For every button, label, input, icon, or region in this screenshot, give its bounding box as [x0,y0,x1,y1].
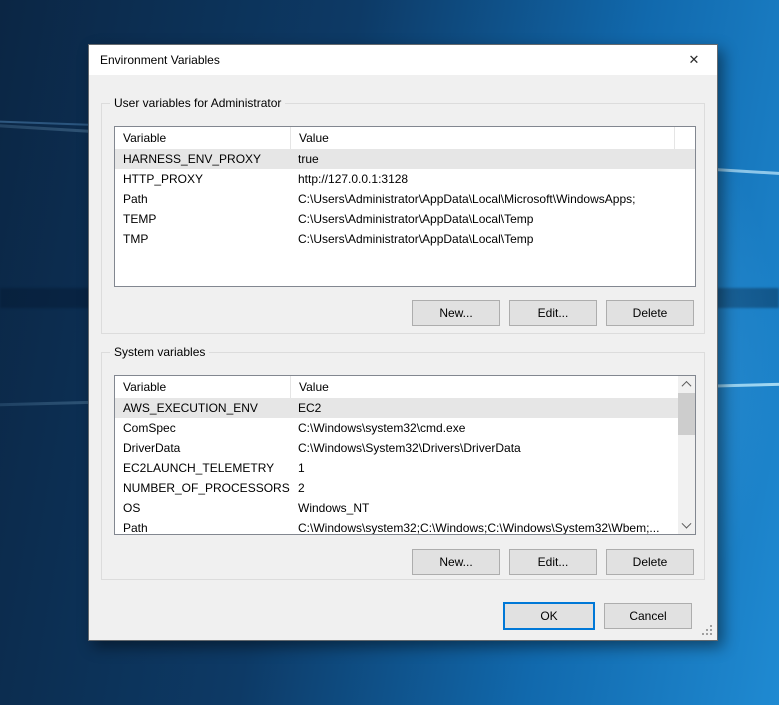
value-cell: C:\Windows\system32\cmd.exe [291,418,695,438]
desktop: { "window": { "title": "Environment Vari… [0,0,779,705]
user-variables-group: User variables for Administrator Variabl… [101,103,705,334]
value-cell: C:\Windows\System32\Drivers\DriverData [291,438,695,458]
system-delete-button[interactable]: Delete [606,549,694,575]
user-delete-button[interactable]: Delete [606,300,694,326]
vertical-scrollbar[interactable] [678,376,695,534]
variable-cell: AWS_EXECUTION_ENV [115,398,291,418]
table-row[interactable]: ComSpec C:\Windows\system32\cmd.exe [115,418,695,438]
table-row[interactable]: DriverData C:\Windows\System32\Drivers\D… [115,438,695,458]
column-divider [674,127,675,149]
scroll-up-icon[interactable] [678,376,695,392]
value-cell: 2 [291,478,695,498]
scroll-down-icon[interactable] [678,518,695,534]
variable-cell: NUMBER_OF_PROCESSORS [115,478,291,498]
user-new-button[interactable]: New... [412,300,500,326]
ok-button[interactable]: OK [503,602,595,630]
cancel-button[interactable]: Cancel [604,603,692,629]
variable-cell: Path [115,189,291,209]
column-header-value[interactable]: Value [291,376,695,398]
column-header-variable[interactable]: Variable [115,376,291,398]
table-header: Variable Value [115,127,695,149]
environment-variables-dialog: Environment Variables ✕ User variables f… [88,44,718,641]
table-row[interactable]: OS Windows_NT [115,498,695,518]
table-row[interactable]: EC2LAUNCH_TELEMETRY 1 [115,458,695,478]
system-variables-group-label: System variables [110,345,209,360]
value-cell: C:\Users\Administrator\AppData\Local\Tem… [291,229,695,249]
close-icon[interactable]: ✕ [671,45,717,75]
variable-cell: Path [115,518,291,535]
column-header-value[interactable]: Value [291,127,695,149]
value-cell: http://127.0.0.1:3128 [291,169,695,189]
system-variables-table: Variable Value AWS_EXECUTION_ENV EC2 Com… [114,375,696,535]
variable-cell: TEMP [115,209,291,229]
scrollbar-thumb[interactable] [678,393,695,435]
variable-cell: HARNESS_ENV_PROXY [115,149,291,169]
resize-grip-icon[interactable] [701,624,713,636]
value-cell: EC2 [291,398,695,418]
table-row[interactable]: AWS_EXECUTION_ENV EC2 [115,398,695,418]
user-variables-table: Variable Value HARNESS_ENV_PROXY true HT… [114,126,696,287]
user-variables-group-label: User variables for Administrator [110,96,285,111]
system-edit-button[interactable]: Edit... [509,549,597,575]
table-row[interactable]: NUMBER_OF_PROCESSORS 2 [115,478,695,498]
system-new-button[interactable]: New... [412,549,500,575]
system-variables-group: System variables Variable Value AWS_EXEC… [101,352,705,580]
variable-cell: EC2LAUNCH_TELEMETRY [115,458,291,478]
title-bar[interactable]: Environment Variables ✕ [89,45,717,75]
column-header-variable[interactable]: Variable [115,127,291,149]
dialog-title: Environment Variables [100,45,220,75]
value-cell: C:\Windows\system32;C:\Windows;C:\Window… [291,518,695,535]
variable-cell: ComSpec [115,418,291,438]
table-header: Variable Value [115,376,695,398]
variable-cell: TMP [115,229,291,249]
table-row[interactable]: Path C:\Windows\system32;C:\Windows;C:\W… [115,518,695,535]
variable-cell: OS [115,498,291,518]
table-row[interactable]: HTTP_PROXY http://127.0.0.1:3128 [115,169,695,189]
table-row[interactable]: HARNESS_ENV_PROXY true [115,149,695,169]
value-cell: 1 [291,458,695,478]
table-row[interactable]: Path C:\Users\Administrator\AppData\Loca… [115,189,695,209]
user-edit-button[interactable]: Edit... [509,300,597,326]
value-cell: C:\Users\Administrator\AppData\Local\Mic… [291,189,695,209]
value-cell: true [291,149,695,169]
variable-cell: DriverData [115,438,291,458]
table-row[interactable]: TMP C:\Users\Administrator\AppData\Local… [115,229,695,249]
table-row[interactable]: TEMP C:\Users\Administrator\AppData\Loca… [115,209,695,229]
value-cell: C:\Users\Administrator\AppData\Local\Tem… [291,209,695,229]
value-cell: Windows_NT [291,498,695,518]
variable-cell: HTTP_PROXY [115,169,291,189]
